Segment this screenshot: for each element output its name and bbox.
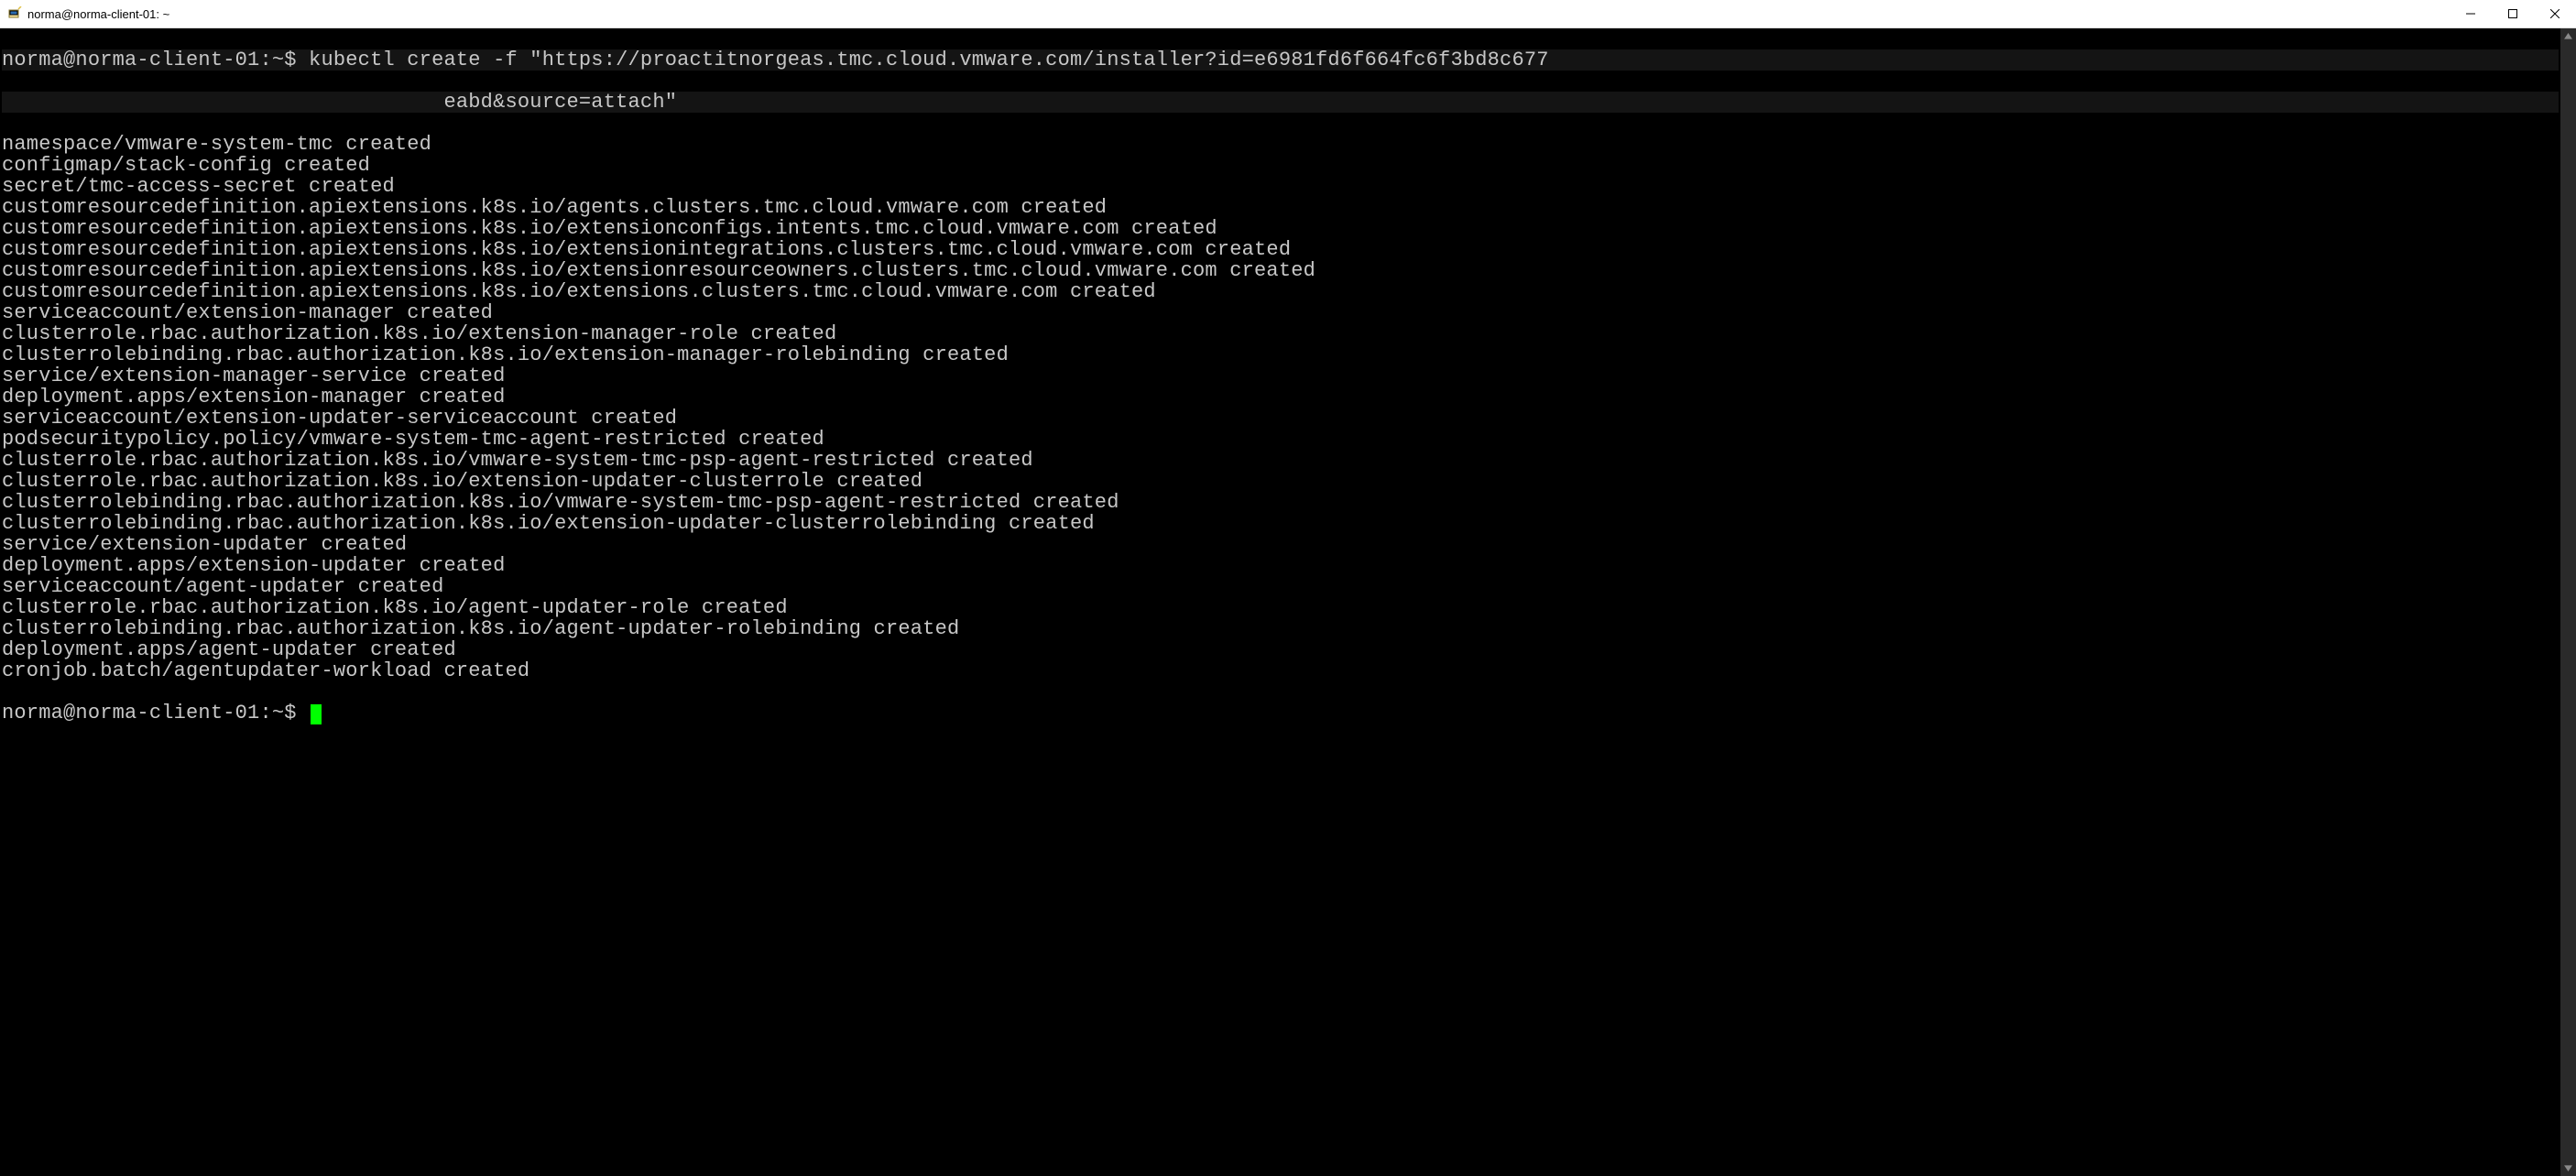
terminal-output-line: serviceaccount/extension-manager created	[2, 302, 2559, 323]
terminal-output-line: podsecuritypolicy.policy/vmware-system-t…	[2, 429, 2559, 450]
terminal-output-line: deployment.apps/extension-updater create…	[2, 555, 2559, 576]
terminal-output-line: customresourcedefinition.apiextensions.k…	[2, 281, 2559, 302]
terminal-output-line: clusterrolebinding.rbac.authorization.k8…	[2, 618, 2559, 639]
terminal-output-line: deployment.apps/extension-manager create…	[2, 387, 2559, 408]
terminal-output-line: clusterrole.rbac.authorization.k8s.io/vm…	[2, 450, 2559, 471]
terminal-output-line: clusterrolebinding.rbac.authorization.k8…	[2, 513, 2559, 534]
terminal-output-line: customresourcedefinition.apiextensions.k…	[2, 197, 2559, 218]
putty-icon	[7, 6, 22, 21]
scroll-down-button[interactable]	[2560, 1160, 2576, 1176]
terminal-output-line: clusterrolebinding.rbac.authorization.k8…	[2, 492, 2559, 513]
minimize-button[interactable]	[2450, 0, 2492, 27]
app-window: norma@norma-client-01: ~ norma@norma-cli…	[0, 0, 2576, 1176]
terminal-output-line: serviceaccount/extension-updater-service…	[2, 408, 2559, 429]
terminal-output-line: deployment.apps/agent-updater created	[2, 639, 2559, 660]
vertical-scrollbar[interactable]	[2560, 28, 2576, 1176]
terminal-output[interactable]: norma@norma-client-01:~$ kubectl create …	[0, 28, 2560, 1176]
command-line: norma@norma-client-01:~$ kubectl create …	[2, 49, 2559, 71]
terminal-output-line: serviceaccount/agent-updater created	[2, 576, 2559, 597]
window-title: norma@norma-client-01: ~	[27, 7, 169, 21]
window-controls	[2450, 0, 2576, 27]
command-line-wrap: eabd&source=attach"	[2, 92, 2559, 113]
terminal-output-line: customresourcedefinition.apiextensions.k…	[2, 260, 2559, 281]
terminal-output-line: clusterrolebinding.rbac.authorization.k8…	[2, 344, 2559, 365]
terminal-output-line: configmap/stack-config created	[2, 155, 2559, 176]
titlebar[interactable]: norma@norma-client-01: ~	[0, 0, 2576, 28]
terminal-output-line: clusterrole.rbac.authorization.k8s.io/ex…	[2, 471, 2559, 492]
terminal-output-line: clusterrole.rbac.authorization.k8s.io/ex…	[2, 323, 2559, 344]
terminal-output-line: secret/tmc-access-secret created	[2, 176, 2559, 197]
terminal-output-line: cronjob.batch/agentupdater-workload crea…	[2, 660, 2559, 681]
close-button[interactable]	[2534, 0, 2576, 27]
terminal-output-line: service/extension-updater created	[2, 534, 2559, 555]
terminal-cursor	[311, 704, 322, 724]
shell-prompt: norma@norma-client-01:~$	[2, 702, 309, 724]
scroll-up-button[interactable]	[2560, 28, 2576, 44]
prompt-line: norma@norma-client-01:~$	[2, 702, 2559, 724]
terminal-output-line: namespace/vmware-system-tmc created	[2, 134, 2559, 155]
terminal-output-line: clusterrole.rbac.authorization.k8s.io/ag…	[2, 597, 2559, 618]
terminal-output-line: customresourcedefinition.apiextensions.k…	[2, 218, 2559, 239]
maximize-button[interactable]	[2492, 0, 2534, 27]
terminal-area[interactable]: norma@norma-client-01:~$ kubectl create …	[0, 28, 2576, 1176]
terminal-output-line: customresourcedefinition.apiextensions.k…	[2, 239, 2559, 260]
terminal-output-line: service/extension-manager-service create…	[2, 365, 2559, 387]
